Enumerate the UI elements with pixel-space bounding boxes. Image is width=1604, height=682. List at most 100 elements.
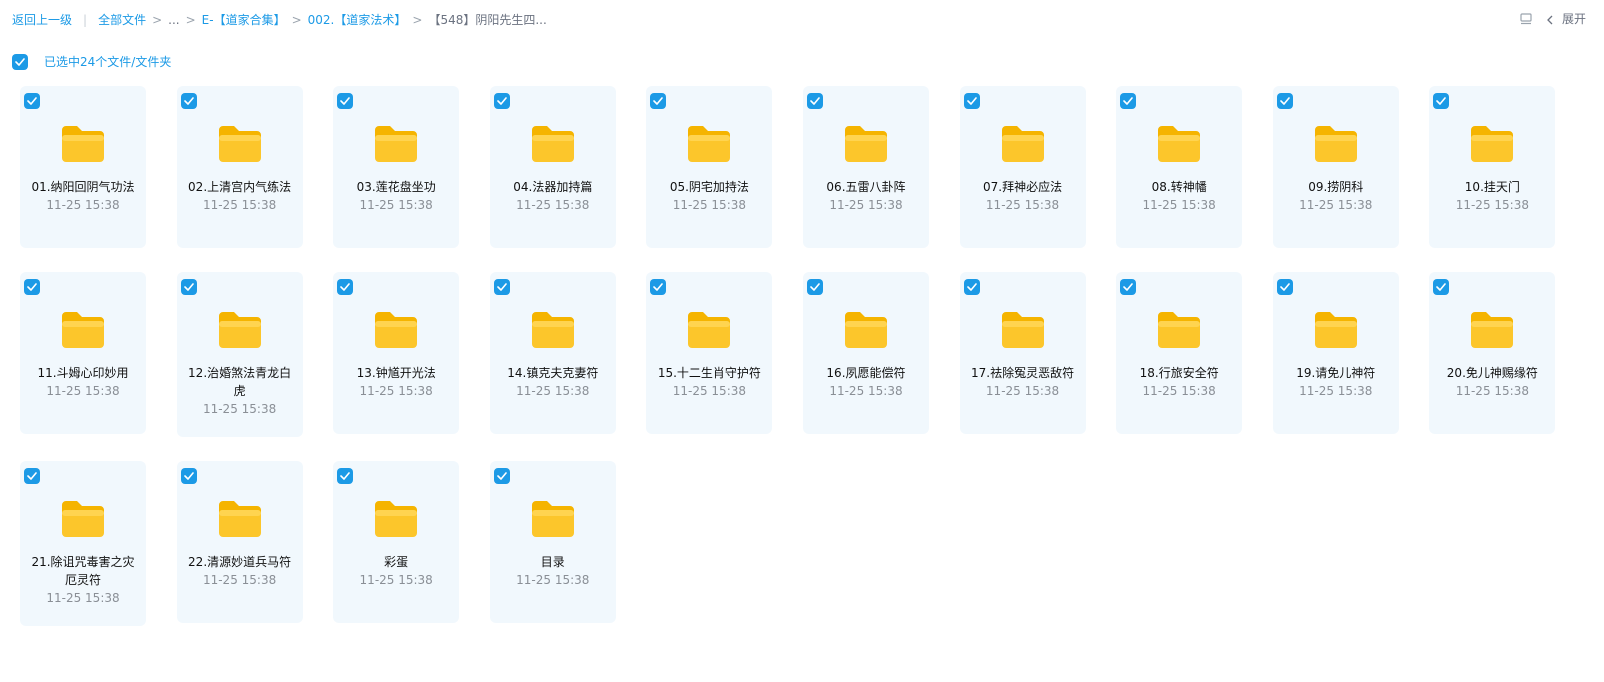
file-name: 16.夙愿能偿符 <box>826 366 906 380</box>
folder-tile[interactable]: 09.捞阴科 11-25 15:38 <box>1272 86 1399 248</box>
folder-tile[interactable]: 01.纳阳回阴气功法 11-25 15:38 <box>20 86 146 248</box>
layout-icon[interactable] <box>1520 12 1532 25</box>
folder-tile[interactable]: 19.请免儿神符 11-25 15:38 <box>1272 272 1399 434</box>
file-name: 03.莲花盘坐功 <box>356 180 436 194</box>
folder-tile[interactable]: 21.除诅咒毒害之灾厄灵符 11-25 15:38 <box>20 461 146 626</box>
folder-tile[interactable]: 06.五雷八卦阵 11-25 15:38 <box>802 86 929 248</box>
tile-checkbox[interactable] <box>963 279 980 295</box>
file-name: 21.除诅咒毒害之灾厄灵符 <box>31 555 135 587</box>
file-name: 彩蛋 <box>384 555 409 569</box>
folder-tile[interactable]: 12.治婚煞法青龙白虎 11-25 15:38 <box>176 272 303 437</box>
file-name: 目录 <box>540 555 565 569</box>
folder-tile[interactable]: 彩蛋 11-25 15:38 <box>333 461 460 623</box>
file-modified-time: 11-25 15:38 <box>1142 198 1216 212</box>
folder-tile[interactable]: 14.镇克夫克妻符 11-25 15:38 <box>489 272 616 434</box>
tile-checkbox[interactable] <box>493 93 510 109</box>
tile-checkbox[interactable] <box>1120 279 1137 295</box>
file-name: 22.清源妙道兵马符 <box>188 555 292 569</box>
tile-checkbox[interactable] <box>24 279 40 295</box>
breadcrumb-current: 【548】阴阳先生四... <box>428 13 547 27</box>
folder-icon <box>686 310 732 350</box>
tile-checkbox[interactable] <box>180 279 197 295</box>
tile-checkbox[interactable] <box>180 468 197 484</box>
folder-tile[interactable]: 13.钟馗开光法 11-25 15:38 <box>333 272 460 434</box>
tile-checkbox[interactable] <box>493 279 510 295</box>
top-bar: 返回上一级 | 全部文件 > ... > E-【道家合集】 > 002.【道家法… <box>0 0 1604 40</box>
file-name: 02.上清宫内气练法 <box>188 180 292 194</box>
folder-icon <box>373 124 419 164</box>
folder-icon <box>686 124 732 164</box>
folder-tile[interactable]: 20.免儿神赐缘符 11-25 15:38 <box>1429 272 1556 434</box>
tile-checkbox[interactable] <box>1276 93 1293 109</box>
folder-icon <box>530 499 576 539</box>
tile-checkbox[interactable] <box>337 279 354 295</box>
file-name: 18.行旅安全符 <box>1139 366 1219 380</box>
file-modified-time: 11-25 15:38 <box>1299 198 1373 212</box>
tile-checkbox[interactable] <box>1120 93 1137 109</box>
breadcrumb-separator: > <box>291 12 302 27</box>
back-link[interactable]: 返回上一级 <box>12 11 72 28</box>
breadcrumb-separator: > <box>412 12 423 27</box>
file-name: 09.捞阴科 <box>1308 180 1364 194</box>
folder-tile[interactable]: 03.莲花盘坐功 11-25 15:38 <box>333 86 460 248</box>
file-name: 07.拜神必应法 <box>983 180 1063 194</box>
chevron-left-icon <box>1546 14 1554 24</box>
tile-checkbox[interactable] <box>1276 279 1293 295</box>
file-modified-time: 11-25 15:38 <box>202 402 277 416</box>
tile-checkbox[interactable] <box>493 468 510 484</box>
folder-icon <box>60 124 106 164</box>
file-modified-time: 11-25 15:38 <box>1455 384 1529 398</box>
file-modified-time: 11-25 15:38 <box>672 384 746 398</box>
breadcrumb-all-files[interactable]: 全部文件 <box>98 11 146 28</box>
tile-checkbox[interactable] <box>24 468 40 484</box>
folder-tile[interactable]: 10.挂天门 11-25 15:38 <box>1429 86 1556 248</box>
file-modified-time: 11-25 15:38 <box>829 384 903 398</box>
folder-icon <box>373 310 419 350</box>
file-grid: 01.纳阳回阴气功法 11-25 15:38 02.上清宫内气练法 11-25 15:… <box>20 86 1560 626</box>
folder-icon <box>1469 124 1515 164</box>
file-modified-time: 11-25 15:38 <box>1455 198 1529 212</box>
folder-tile[interactable]: 17.祛除冤灵恶敌符 11-25 15:38 <box>959 272 1086 434</box>
folder-icon <box>1156 124 1202 164</box>
folder-tile[interactable]: 目录 11-25 15:38 <box>489 461 616 623</box>
tile-checkbox[interactable] <box>1433 93 1450 109</box>
breadcrumb-ellipsis[interactable]: ... <box>168 13 179 27</box>
file-modified-time: 11-25 15:38 <box>516 198 590 212</box>
folder-icon <box>530 124 576 164</box>
breadcrumb-level2[interactable]: 002.【道家法术】 <box>308 11 407 28</box>
folder-icon <box>843 124 889 164</box>
file-name: 20.免儿神赐缘符 <box>1446 366 1538 380</box>
folder-tile[interactable]: 16.夙愿能偿符 11-25 15:38 <box>802 272 929 434</box>
tile-checkbox[interactable] <box>650 93 667 109</box>
folder-tile[interactable]: 08.转神幡 11-25 15:38 <box>1116 86 1243 248</box>
expand-button[interactable]: 展开 <box>1546 10 1586 27</box>
folder-tile[interactable]: 02.上清宫内气练法 11-25 15:38 <box>176 86 303 248</box>
tile-checkbox[interactable] <box>806 279 823 295</box>
folder-icon <box>60 499 106 539</box>
file-modified-time: 11-25 15:38 <box>46 198 120 212</box>
folder-tile[interactable]: 04.法器加持篇 11-25 15:38 <box>489 86 616 248</box>
folder-tile[interactable]: 18.行旅安全符 11-25 15:38 <box>1116 272 1243 434</box>
folder-tile[interactable]: 07.拜神必应法 11-25 15:38 <box>959 86 1086 248</box>
select-all-checkbox[interactable] <box>12 53 28 70</box>
folder-tile[interactable]: 05.阴宅加持法 11-25 15:38 <box>646 86 773 248</box>
tile-checkbox[interactable] <box>963 93 980 109</box>
folder-tile[interactable]: 22.清源妙道兵马符 11-25 15:38 <box>176 461 303 623</box>
tile-checkbox[interactable] <box>24 93 40 109</box>
tile-checkbox[interactable] <box>180 93 197 109</box>
breadcrumb-level1[interactable]: E-【道家合集】 <box>202 11 286 28</box>
tile-checkbox[interactable] <box>1433 279 1450 295</box>
file-modified-time: 11-25 15:38 <box>359 198 433 212</box>
tile-checkbox[interactable] <box>806 93 823 109</box>
tile-checkbox[interactable] <box>337 468 354 484</box>
folder-icon <box>1000 124 1046 164</box>
file-modified-time: 11-25 15:38 <box>1299 384 1373 398</box>
file-modified-time: 11-25 15:38 <box>359 384 433 398</box>
file-name: 08.转神幡 <box>1151 180 1207 194</box>
folder-tile[interactable]: 15.十二生肖守护符 11-25 15:38 <box>646 272 773 434</box>
file-modified-time: 11-25 15:38 <box>829 198 903 212</box>
tile-checkbox[interactable] <box>337 93 354 109</box>
file-modified-time: 11-25 15:38 <box>516 384 590 398</box>
folder-tile[interactable]: 11.斗姆心印妙用 11-25 15:38 <box>20 272 146 434</box>
tile-checkbox[interactable] <box>650 279 667 295</box>
